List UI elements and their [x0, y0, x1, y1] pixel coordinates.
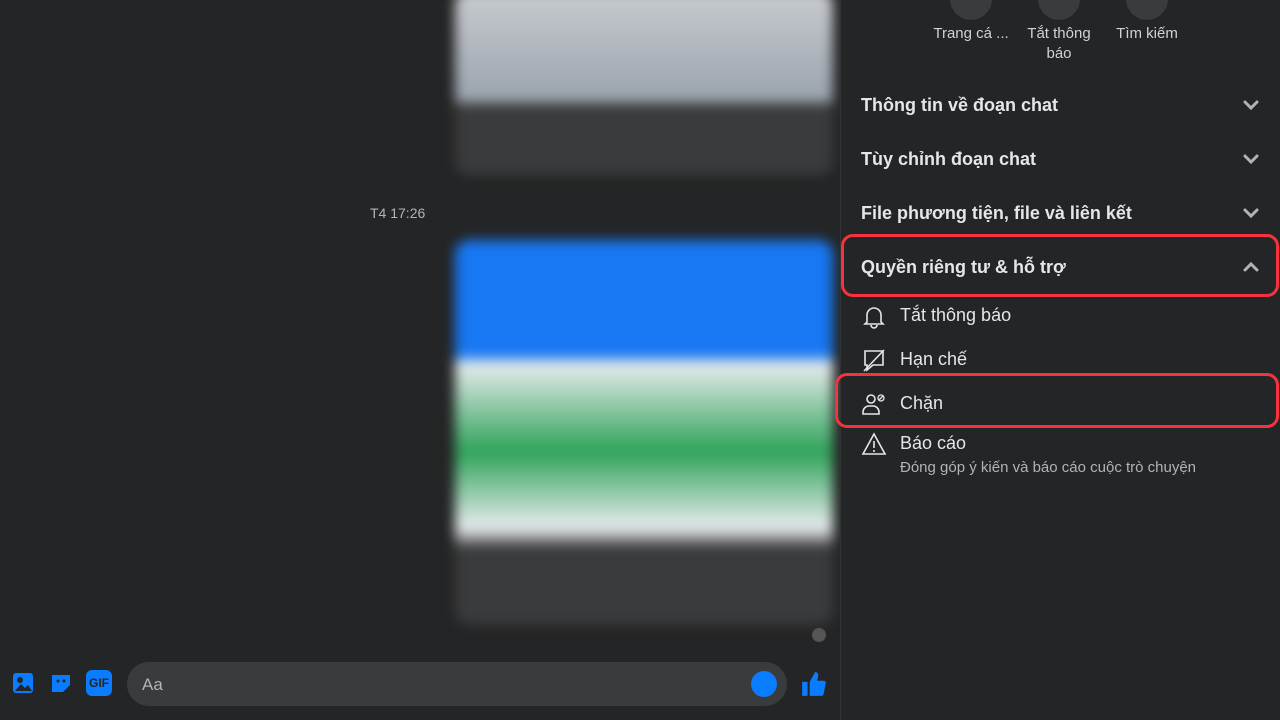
section-chat-info[interactable]: Thông tin về đoạn chat	[861, 85, 1261, 125]
chat-info-panel: Trang cá ... Tắt thông báo Tìm kiếm Thôn…	[835, 0, 1280, 720]
blurred-image-message[interactable]	[455, 240, 833, 625]
composer: GIF Aa	[0, 660, 840, 708]
warning-icon	[861, 432, 887, 455]
image-icon[interactable]	[10, 670, 36, 696]
menu-item-mute[interactable]: Tắt thông báo	[861, 303, 1261, 329]
seen-avatar	[812, 628, 826, 642]
chat-area: T4 17:26 GIF Aa	[0, 0, 840, 720]
blurred-image-message[interactable]	[455, 0, 833, 175]
section-customize-chat[interactable]: Tùy chỉnh đoạn chat	[861, 139, 1261, 179]
menu-item-report[interactable]: Báo cáo Đóng góp ý kiến và báo cáo cuộc t…	[861, 431, 1261, 476]
gif-icon[interactable]: GIF	[86, 670, 112, 696]
chevron-down-icon	[1243, 100, 1259, 111]
message-timestamp: T4 17:26	[370, 205, 426, 221]
mute-action[interactable]: Tắt thông báo	[1014, 0, 1104, 64]
chevron-down-icon	[1243, 154, 1259, 165]
menu-item-restrict[interactable]: Hạn chế	[861, 347, 1261, 373]
highlight-block-item	[835, 373, 1279, 428]
highlight-privacy-section	[841, 234, 1279, 297]
message-input[interactable]: Aa	[127, 662, 787, 706]
profile-icon	[950, 0, 992, 20]
thumbs-up-icon[interactable]	[800, 670, 828, 698]
chevron-down-icon	[1243, 208, 1259, 219]
search-icon	[1126, 0, 1168, 20]
message-placeholder: Aa	[142, 675, 163, 694]
bell-icon	[863, 307, 885, 329]
bell-icon	[1038, 0, 1080, 20]
profile-action[interactable]: Trang cá ...	[926, 0, 1016, 44]
section-media-files-links[interactable]: File phương tiện, file và liên kết	[861, 193, 1261, 233]
restrict-icon	[863, 349, 885, 372]
search-action[interactable]: Tìm kiếm	[1102, 0, 1192, 44]
sticker-icon[interactable]	[48, 670, 74, 696]
emoji-icon[interactable]	[751, 671, 777, 697]
